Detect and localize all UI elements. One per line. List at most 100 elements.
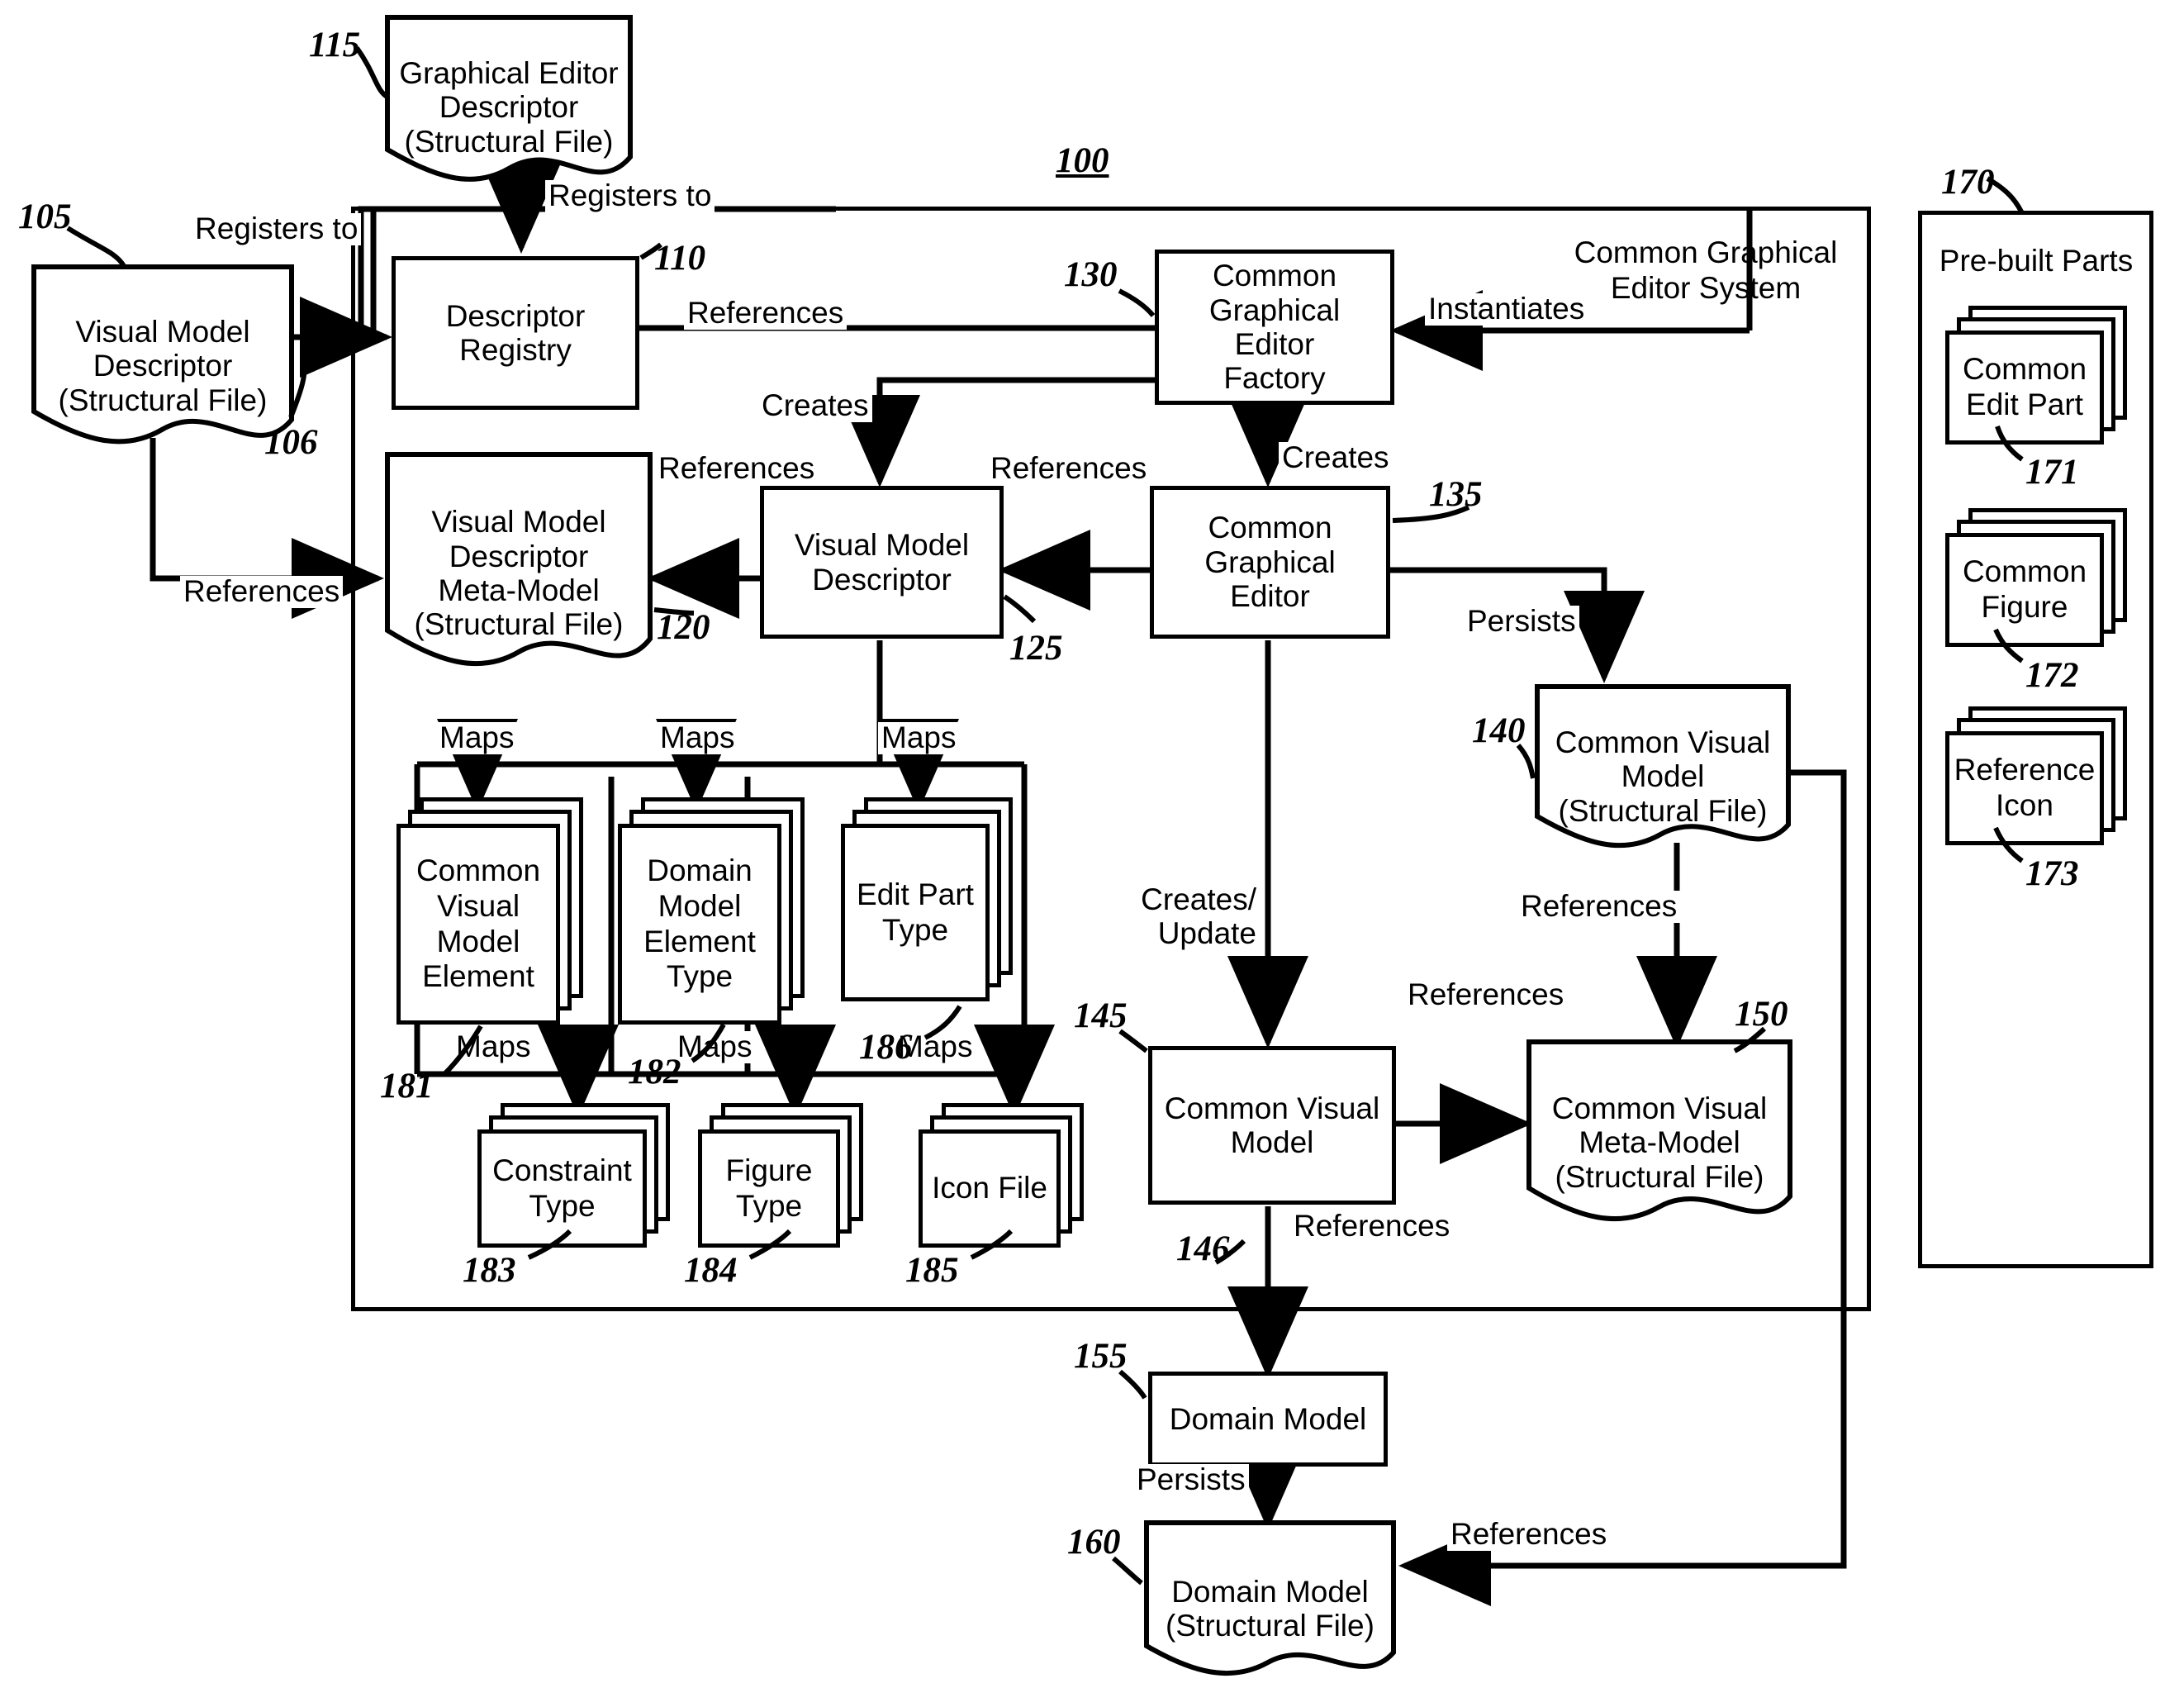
if-line1: Icon xyxy=(932,1171,990,1205)
ref-186: 186 xyxy=(859,1028,913,1067)
edge-label-references-domain-file: References xyxy=(1447,1518,1611,1551)
cvm-text: Common Visual Model xyxy=(1155,1091,1389,1160)
edge-label-references-editor-vmd: References xyxy=(987,452,1151,485)
ref-183: 183 xyxy=(463,1251,516,1290)
reference-icon-front[interactable]: Reference Icon xyxy=(1945,731,2104,845)
vmd-line1: Visual Model xyxy=(794,528,970,563)
constraint-type-front[interactable]: Constraint Type xyxy=(477,1129,647,1248)
icon-file-stack[interactable]: Icon File xyxy=(919,1103,1092,1248)
edit-part-type-stack[interactable]: Edit Part Type xyxy=(841,797,1018,1004)
ri-line2: Icon xyxy=(1996,788,2053,822)
cgef-line1: Common xyxy=(1212,259,1337,293)
dmet-line1: Domain xyxy=(647,854,753,888)
common-visual-model-box[interactable]: Common Visual Model xyxy=(1148,1046,1396,1205)
edge-label-creates-editor: Creates xyxy=(1279,441,1393,474)
common-graphical-editor-box[interactable]: Common Graphical Editor xyxy=(1150,486,1390,639)
cep-text: Common Edit Part xyxy=(1949,352,2100,422)
ft-text: Figure Type xyxy=(702,1153,836,1224)
domain-model-element-type-stack[interactable]: Domain Model Element Type xyxy=(618,797,808,1025)
edge-label-registers-to-a: Registers to xyxy=(545,179,715,212)
dmet-line2: Model xyxy=(658,888,742,923)
edge-label-references-vmdfile-meta: References xyxy=(180,575,344,608)
visual-model-descriptor-file[interactable]: Visual Model Descriptor (Structural File… xyxy=(31,264,294,456)
vmdm-line2: Descriptor xyxy=(449,539,589,573)
graphical-editor-descriptor-file[interactable]: Graphical Editor Descriptor (Structural … xyxy=(385,15,633,188)
ref-170: 170 xyxy=(1941,163,1995,202)
ept-line3: Type xyxy=(881,912,949,947)
figure-type-stack[interactable]: Figure Type xyxy=(698,1103,871,1248)
ref-184: 184 xyxy=(684,1251,738,1290)
vmdm-line1: Visual Model xyxy=(431,505,606,540)
domain-model-file-text: Domain Model (Structural File) xyxy=(1144,1563,1396,1643)
ref-181: 181 xyxy=(380,1067,434,1106)
reference-icon-stack[interactable]: Reference Icon xyxy=(1945,706,2135,847)
ref-110: 110 xyxy=(654,239,706,278)
domain-model-file[interactable]: Domain Model (Structural File) xyxy=(1144,1520,1396,1686)
ct-line2: Type xyxy=(529,1188,596,1223)
common-visual-model-element-stack[interactable]: Common Visual Model Element xyxy=(396,797,586,1025)
common-edit-part-front[interactable]: Common Edit Part xyxy=(1945,330,2104,445)
common-graphical-editor-factory-box[interactable]: Common Graphical Editor Factory xyxy=(1155,250,1394,405)
ref-145: 145 xyxy=(1074,996,1128,1035)
edge-label-references-vmdmeta: References xyxy=(655,452,819,485)
ref-182: 182 xyxy=(628,1053,681,1091)
vmdf-line1: Visual Model xyxy=(75,314,250,349)
ri-line1: Reference xyxy=(1954,753,2096,787)
vmd-line2: Descriptor xyxy=(812,562,952,597)
system-frame-title: Common Graphical Editor System xyxy=(1569,235,1842,306)
ref-135: 135 xyxy=(1429,475,1483,514)
cgef-line3: Factory xyxy=(1223,361,1326,396)
dmet-text: Domain Model Element Type xyxy=(622,854,777,994)
ept-line2: Part xyxy=(918,877,974,911)
edge-label-references-cvm-meta: References xyxy=(1404,978,1568,1011)
ref-171: 171 xyxy=(2025,453,2079,492)
edge-label-instantiates: Instantiates xyxy=(1425,292,1588,326)
ged-line3: (Structural File) xyxy=(404,124,614,159)
prebuilt-frame-title: Pre-built Parts xyxy=(1925,244,2148,279)
vmdm-line4: (Structural File) xyxy=(414,607,624,642)
ref-140: 140 xyxy=(1472,711,1526,750)
creates-update-text: Creates/ Update xyxy=(1141,882,1256,951)
cvmm-line2: Meta-Model xyxy=(1579,1125,1740,1160)
vmdf-line2: Descriptor xyxy=(93,349,233,383)
visual-model-descriptor-meta-model-file[interactable]: Visual Model Descriptor Meta-Model (Stru… xyxy=(385,452,653,683)
edge-label-persists-domain: Persists xyxy=(1133,1463,1249,1496)
edge-label-registers-to-b: Registers to xyxy=(192,212,362,245)
visual-model-descriptor-box[interactable]: Visual Model Descriptor xyxy=(760,486,1004,639)
vmdm-line3: Meta-Model xyxy=(438,573,600,607)
cvme-line2: Visual xyxy=(436,888,520,923)
common-visual-model-element-front[interactable]: Common Visual Model Element xyxy=(396,824,560,1025)
common-visual-meta-model-file[interactable]: Common Visual Meta-Model (Structural Fil… xyxy=(1526,1039,1792,1234)
cvme-line4: Element xyxy=(422,959,534,994)
domain-model-text: Domain Model xyxy=(1169,1401,1367,1436)
visual-model-descriptor-file-text: Visual Model Descriptor (Structural File… xyxy=(31,303,294,417)
edit-part-type-front[interactable]: Edit Part Type xyxy=(841,824,990,1001)
icon-file-front[interactable]: Icon File xyxy=(919,1129,1061,1248)
domain-model-element-type-front[interactable]: Domain Model Element Type xyxy=(618,824,781,1025)
domain-model-box[interactable]: Domain Model xyxy=(1148,1372,1388,1467)
ri-text: Reference Icon xyxy=(1949,753,2100,823)
vmdf-line3: (Structural File) xyxy=(58,383,268,417)
edge-label-references-registry: References xyxy=(684,297,847,330)
constraint-type-stack[interactable]: Constraint Type xyxy=(477,1103,676,1248)
figure-type-front[interactable]: Figure Type xyxy=(698,1129,840,1248)
common-figure-front[interactable]: Common Figure xyxy=(1945,533,2104,647)
cge-line2: Graphical Editor xyxy=(1204,544,1336,614)
ept-text: Edit Part Type xyxy=(845,877,985,948)
common-visual-model-file[interactable]: Common Visual Model (Structural File) xyxy=(1535,684,1791,858)
edge-label-maps-3: Maps xyxy=(878,721,960,754)
cf-text: Common Figure xyxy=(1949,554,2100,625)
ct-line1: Constraint xyxy=(492,1153,632,1187)
ref-125: 125 xyxy=(1009,629,1063,668)
cvme-text: Common Visual Model Element xyxy=(401,854,556,994)
edge-label-persists-cvmfile: Persists xyxy=(1464,605,1579,638)
ref-155: 155 xyxy=(1074,1337,1128,1376)
descriptor-registry-text: Descriptor Registry xyxy=(436,299,596,368)
common-edit-part-stack[interactable]: Common Edit Part xyxy=(1945,306,2135,446)
patent-figure: Common Graphical Editor System Pre-built… xyxy=(0,0,2184,1688)
ged-line2: Descriptor xyxy=(439,90,579,125)
ref-150: 150 xyxy=(1735,995,1788,1034)
descriptor-registry-box[interactable]: Descriptor Registry xyxy=(392,256,639,410)
edge-label-creates-update: Creates/ Update xyxy=(1133,882,1260,951)
common-figure-stack[interactable]: Common Figure xyxy=(1945,508,2135,649)
